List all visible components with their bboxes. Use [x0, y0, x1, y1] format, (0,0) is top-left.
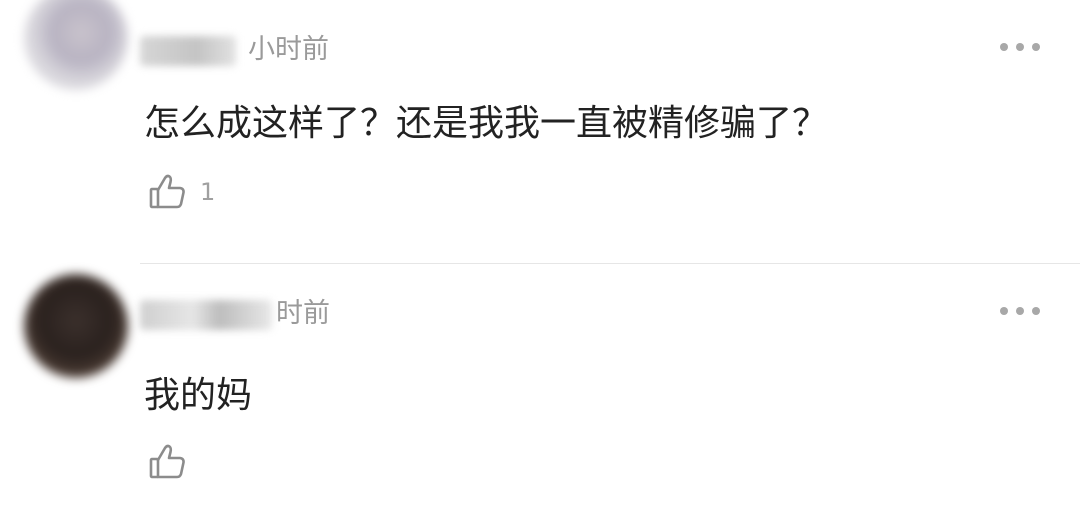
like-count: 1	[200, 178, 216, 206]
timestamp: 小时前	[248, 34, 329, 65]
more-dots-icon	[1032, 307, 1040, 315]
like-button[interactable]: 1	[148, 170, 215, 214]
comment-text: 怎么成这样了？还是我我一直被精修骗了？	[144, 103, 829, 144]
more-options-button[interactable]	[1000, 304, 1040, 318]
username-blurred[interactable]	[140, 36, 236, 66]
more-dots-icon	[1016, 43, 1024, 51]
more-options-button[interactable]	[1000, 40, 1040, 54]
comment-item: 小时前 怎么成这样了？还是我我一直被精修骗了？ 1	[0, 0, 1080, 264]
timestamp: 时前	[276, 298, 330, 329]
comment-item: 时前 我的妈	[0, 264, 1080, 507]
more-dots-icon	[1000, 307, 1008, 315]
thumbs-up-icon	[149, 174, 185, 209]
more-dots-icon	[1000, 43, 1008, 51]
comment-text: 我的妈	[144, 375, 253, 416]
thumbs-up-icon	[149, 444, 185, 479]
avatar[interactable]	[24, 274, 128, 378]
like-button[interactable]	[148, 440, 200, 484]
username-blurred[interactable]	[140, 300, 272, 330]
more-dots-icon	[1032, 43, 1040, 51]
avatar[interactable]	[24, 0, 128, 90]
more-dots-icon	[1016, 307, 1024, 315]
